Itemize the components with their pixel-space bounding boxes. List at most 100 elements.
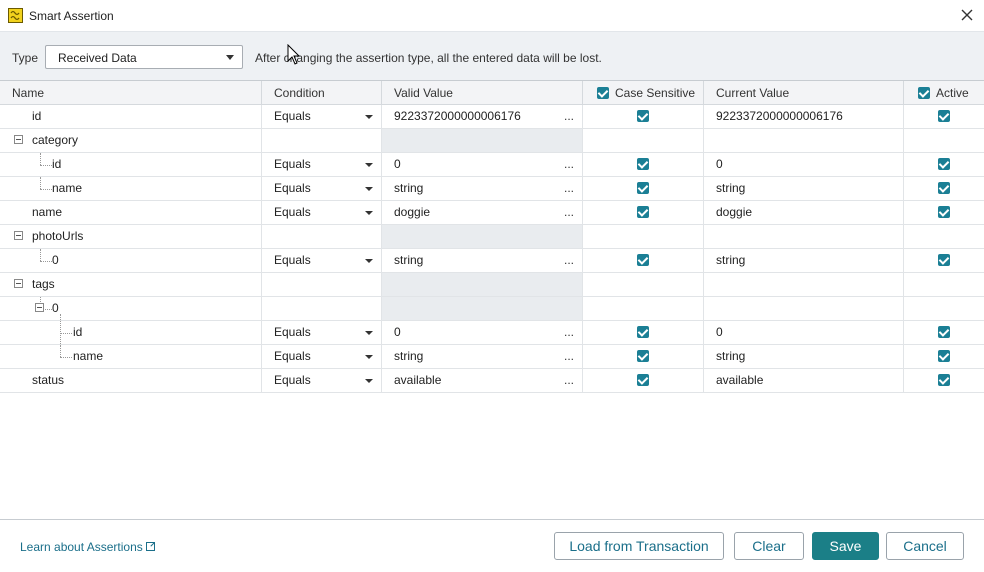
edit-value-button[interactable]: ...: [564, 153, 574, 176]
condition-select[interactable]: Equals: [262, 201, 382, 224]
current-value-cell: available: [704, 369, 904, 392]
valid-value-input[interactable]: string...: [382, 249, 583, 272]
table-row[interactable]: tags: [0, 273, 984, 297]
case-sensitive-checkbox[interactable]: [637, 326, 649, 338]
condition-value: Equals: [274, 325, 311, 339]
condition-select[interactable]: Equals: [262, 177, 382, 200]
type-label: Type: [12, 51, 39, 65]
close-icon[interactable]: [958, 6, 976, 24]
case-sensitive-checkbox[interactable]: [637, 206, 649, 218]
name-cell: 0: [0, 249, 262, 272]
valid-value-input[interactable]: string...: [382, 177, 583, 200]
case-sensitive-cell-empty: [583, 225, 704, 248]
condition-select[interactable]: Equals: [262, 105, 382, 128]
field-name: 0: [52, 253, 59, 267]
active-cell: [904, 345, 984, 368]
valid-value: string: [394, 349, 424, 363]
edit-value-button[interactable]: ...: [564, 105, 574, 128]
column-header-name[interactable]: Name: [0, 81, 262, 105]
active-checkbox[interactable]: [938, 158, 950, 170]
table-row[interactable]: 0 Equals string... string: [0, 249, 984, 273]
collapse-icon[interactable]: [14, 135, 23, 144]
smart-assertion-app-icon: [8, 8, 23, 23]
current-value: doggie: [716, 205, 753, 219]
valid-value-input[interactable]: 0...: [382, 153, 583, 176]
condition-select[interactable]: Equals: [262, 249, 382, 272]
edit-value-button[interactable]: ...: [564, 369, 574, 392]
table-row[interactable]: name Equals doggie... doggie: [0, 201, 984, 225]
case-sensitive-checkbox[interactable]: [637, 374, 649, 386]
table-row[interactable]: name Equals string... string: [0, 177, 984, 201]
valid-value: doggie: [394, 205, 431, 219]
assertion-type-select[interactable]: Received Data: [45, 45, 243, 69]
valid-value-input[interactable]: available...: [382, 369, 583, 392]
valid-value-input[interactable]: string...: [382, 345, 583, 368]
case-sensitive-all-checkbox[interactable]: [597, 87, 609, 99]
table-row[interactable]: id Equals 9223372000000006176... 9223372…: [0, 105, 984, 129]
active-checkbox[interactable]: [938, 326, 950, 338]
case-sensitive-cell: [583, 201, 704, 224]
condition-select[interactable]: Equals: [262, 369, 382, 392]
condition-select[interactable]: Equals: [262, 153, 382, 176]
group-name: 0: [52, 301, 59, 315]
collapse-icon[interactable]: [14, 279, 23, 288]
column-header-condition[interactable]: Condition: [262, 81, 382, 105]
chevron-down-icon: [365, 331, 373, 335]
edit-value-button[interactable]: ...: [564, 345, 574, 368]
valid-value-input[interactable]: 9223372000000006176...: [382, 105, 583, 128]
column-header-valid-value[interactable]: Valid Value: [382, 81, 583, 105]
active-checkbox[interactable]: [938, 254, 950, 266]
cancel-button[interactable]: Cancel: [886, 532, 964, 560]
edit-value-button[interactable]: ...: [564, 249, 574, 272]
case-sensitive-checkbox[interactable]: [637, 158, 649, 170]
valid-value-input[interactable]: doggie...: [382, 201, 583, 224]
active-checkbox[interactable]: [938, 374, 950, 386]
case-sensitive-checkbox[interactable]: [637, 254, 649, 266]
learn-about-assertions-link[interactable]: Learn about Assertions: [20, 540, 143, 554]
save-button[interactable]: Save: [812, 532, 879, 560]
valid-value: string: [394, 253, 424, 267]
active-all-checkbox[interactable]: [918, 87, 930, 99]
condition-value: Equals: [274, 181, 311, 195]
case-sensitive-checkbox[interactable]: [637, 110, 649, 122]
table-row[interactable]: name Equals string... string: [0, 345, 984, 369]
table-row[interactable]: id Equals 0... 0: [0, 321, 984, 345]
grid-header: Name Condition Valid Value Case Sensitiv…: [0, 81, 984, 105]
collapse-icon[interactable]: [35, 303, 44, 312]
case-sensitive-checkbox[interactable]: [637, 350, 649, 362]
case-sensitive-checkbox[interactable]: [637, 182, 649, 194]
table-row[interactable]: category: [0, 129, 984, 153]
condition-value: Equals: [274, 349, 311, 363]
condition-value: Equals: [274, 373, 311, 387]
tree-line: [40, 261, 52, 262]
current-value-cell: 9223372000000006176: [704, 105, 904, 128]
collapse-icon[interactable]: [14, 231, 23, 240]
chevron-down-icon: [365, 163, 373, 167]
active-checkbox[interactable]: [938, 350, 950, 362]
table-row[interactable]: 0: [0, 297, 984, 321]
external-link-icon[interactable]: [146, 542, 155, 551]
table-row[interactable]: photoUrls: [0, 225, 984, 249]
valid-value-input[interactable]: 0...: [382, 321, 583, 344]
column-header-active[interactable]: Active: [904, 81, 984, 105]
table-row[interactable]: id Equals 0... 0: [0, 153, 984, 177]
column-header-case-sensitive[interactable]: Case Sensitive: [583, 81, 704, 105]
column-header-current-value[interactable]: Current Value: [704, 81, 904, 105]
current-value: 0: [716, 325, 723, 339]
active-checkbox[interactable]: [938, 110, 950, 122]
clear-button[interactable]: Clear: [734, 532, 804, 560]
active-checkbox[interactable]: [938, 206, 950, 218]
assertion-type-value: Received Data: [58, 51, 137, 65]
condition-select[interactable]: Equals: [262, 345, 382, 368]
edit-value-button[interactable]: ...: [564, 177, 574, 200]
condition-select[interactable]: Equals: [262, 321, 382, 344]
table-row[interactable]: status Equals available... available: [0, 369, 984, 393]
active-cell: [904, 177, 984, 200]
valid-value-cell-disabled: [382, 225, 583, 248]
active-checkbox[interactable]: [938, 182, 950, 194]
valid-value-cell-disabled: [382, 273, 583, 296]
load-from-transaction-button[interactable]: Load from Transaction: [554, 532, 724, 560]
edit-value-button[interactable]: ...: [564, 201, 574, 224]
edit-value-button[interactable]: ...: [564, 321, 574, 344]
current-value: 9223372000000006176: [716, 109, 843, 123]
